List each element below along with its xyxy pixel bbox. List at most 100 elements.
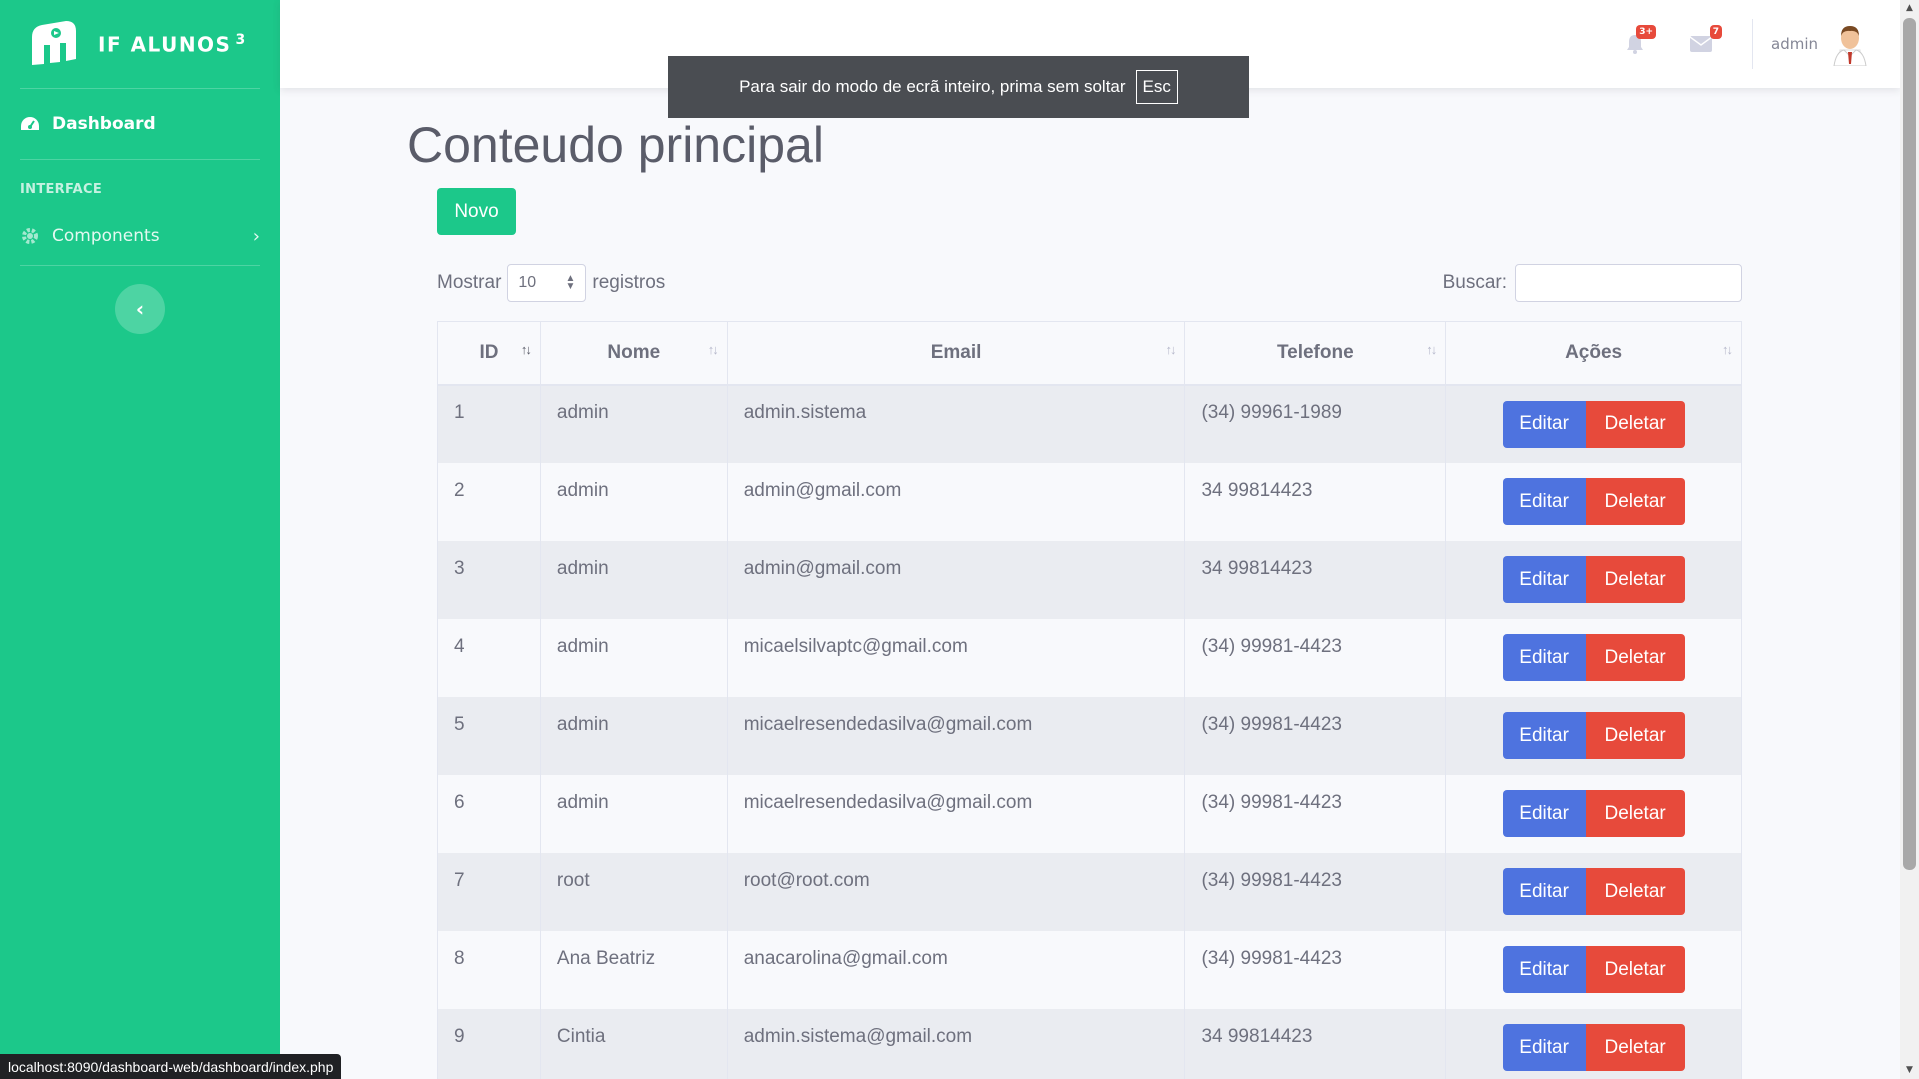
sidebar-toggle-button[interactable]: ‹ [115, 284, 165, 334]
action-buttons: Editar Deletar [1502, 868, 1685, 915]
sidebar-item-components[interactable]: Components › [0, 207, 280, 265]
edit-button[interactable]: Editar [1502, 556, 1586, 603]
records-label: registros [592, 272, 666, 293]
sort-icon: ↑↓ [1722, 342, 1733, 357]
alerts-badge: 3+ [1636, 25, 1656, 39]
delete-button[interactable]: Deletar [1585, 478, 1685, 525]
cell-id: 4 [437, 618, 541, 697]
sidebar-heading: INTERFACE [20, 182, 103, 197]
delete-button[interactable]: Deletar [1585, 712, 1685, 759]
cell-id: 8 [437, 930, 541, 1009]
edit-button[interactable]: Editar [1502, 946, 1586, 993]
cell-telefone: (34) 99981-4423 [1184, 774, 1447, 853]
sidebar-divider [20, 265, 260, 266]
cell-acoes: Editar Deletar [1445, 618, 1742, 697]
cell-email: micaelresendedasilva@gmail.com [726, 696, 1186, 775]
edit-button[interactable]: Editar [1502, 400, 1586, 448]
scroll-thumb[interactable] [1903, 18, 1916, 870]
delete-button[interactable]: Deletar [1585, 634, 1685, 681]
action-buttons: Editar Deletar [1502, 634, 1685, 681]
table-row: 8 Ana Beatriz anacarolina@gmail.com (34) 99… [437, 930, 1742, 1009]
esc-key: Esc [1135, 70, 1178, 104]
cell-email: admin@gmail.com [726, 540, 1186, 619]
cell-nome: admin [539, 540, 728, 619]
column-header-id[interactable]: ID ↑↓ [437, 321, 541, 386]
sidebar-item-label: Dashboard [52, 114, 156, 134]
action-buttons: Editar Deletar [1502, 400, 1685, 448]
edit-button[interactable]: Editar [1502, 1024, 1586, 1071]
column-header-nome[interactable]: Nome ↑↓ [539, 321, 728, 386]
status-url: localhost:8090/dashboard-web/dashboard/i… [0, 1054, 342, 1079]
avatar[interactable] [1830, 22, 1870, 66]
chevron-right-icon: › [252, 225, 260, 247]
cell-nome: root [539, 852, 728, 931]
delete-button[interactable]: Deletar [1585, 790, 1685, 837]
edit-button[interactable]: Editar [1502, 478, 1586, 525]
delete-button[interactable]: Deletar [1585, 1024, 1685, 1071]
scroll-down-arrow-icon[interactable]: ▼ [1900, 1062, 1919, 1079]
sidebar: IF ALUNOS 3 Dashboard INTERFACE Component… [0, 0, 280, 1079]
cell-telefone: (34) 99981-4423 [1184, 852, 1447, 931]
cell-nome: admin [539, 696, 728, 775]
edit-button[interactable]: Editar [1502, 790, 1586, 837]
edit-button[interactable]: Editar [1502, 868, 1586, 915]
cell-email: admin.sistema@gmail.com [726, 1008, 1186, 1079]
alerts-button[interactable]: 3+ [1620, 25, 1656, 59]
length-select[interactable]: 10 ▲ ▼ [507, 264, 587, 302]
search-input[interactable] [1515, 264, 1742, 302]
cell-nome: Ana Beatriz [539, 930, 728, 1009]
gear-icon [20, 226, 40, 246]
cell-email: admin@gmail.com [726, 462, 1186, 541]
new-button[interactable]: Novo [437, 188, 516, 235]
sidebar-item-dashboard[interactable]: Dashboard [0, 89, 280, 159]
cell-telefone: (34) 99981-4423 [1184, 618, 1447, 697]
column-header-email[interactable]: Email ↑↓ [726, 321, 1186, 386]
cell-nome: admin [539, 384, 728, 463]
delete-button[interactable]: Deletar [1585, 400, 1685, 448]
length-control: Mostrar 10 ▲ ▼ registros [437, 264, 665, 302]
topbar-right: 3+ 7 admin [1602, 0, 1870, 88]
cell-id: 7 [437, 852, 541, 931]
messages-button[interactable]: 7 [1686, 25, 1722, 59]
action-buttons: Editar Deletar [1502, 556, 1685, 603]
edit-button[interactable]: Editar [1502, 634, 1586, 681]
cell-telefone: 34 99814423 [1184, 540, 1447, 619]
delete-button[interactable]: Deletar [1585, 868, 1685, 915]
edit-button[interactable]: Editar [1502, 712, 1586, 759]
column-header-acoes[interactable]: Ações ↑↓ [1445, 321, 1742, 386]
cell-nome: admin [539, 774, 728, 853]
cell-telefone: (34) 99981-4423 [1184, 930, 1447, 1009]
cell-id: 1 [437, 384, 541, 463]
delete-button[interactable]: Deletar [1585, 946, 1685, 993]
cell-nome: admin [539, 618, 728, 697]
sidebar-item-label: Components [52, 226, 160, 246]
cell-acoes: Editar Deletar [1445, 852, 1742, 931]
action-buttons: Editar Deletar [1502, 790, 1685, 837]
cell-id: 3 [437, 540, 541, 619]
table-row: 7 root root@root.com (34) 99981-4423 Editar D… [437, 852, 1742, 931]
cell-email: micaelsilvaptc@gmail.com [726, 618, 1186, 697]
cell-telefone: (34) 99961-1989 [1184, 384, 1447, 463]
cell-acoes: Editar Deletar [1445, 774, 1742, 853]
fullscreen-notice: Para sair do modo de ecrã inteiro, prima… [668, 56, 1249, 118]
table-row: 6 admin micaelresendedasilva@gmail.com (34)… [437, 774, 1742, 853]
sort-icon: ↑↓ [1165, 342, 1176, 357]
scroll-up-arrow-icon[interactable]: ▲ [1900, 0, 1919, 17]
column-header-telefone[interactable]: Telefone ↑↓ [1184, 321, 1447, 386]
cell-email: admin.sistema [726, 384, 1186, 463]
cell-nome: Cintia [539, 1008, 728, 1079]
cell-acoes: Editar Deletar [1445, 540, 1742, 619]
scrollbar[interactable]: ▲ ▼ [1900, 0, 1919, 1079]
user-name[interactable]: admin [1771, 35, 1818, 53]
data-table: ID ↑↓ Nome ↑↓ Email ↑↓ Telefone ↑↓ Ações ↑↓ 1… [437, 321, 1742, 1079]
topbar-divider [1752, 19, 1753, 69]
cell-email: micaelresendedasilva@gmail.com [726, 774, 1186, 853]
show-label: Mostrar [437, 272, 502, 293]
tachometer-icon [20, 114, 40, 134]
cell-id: 5 [437, 696, 541, 775]
delete-button[interactable]: Deletar [1585, 556, 1685, 603]
cell-telefone: 34 99814423 [1184, 1008, 1447, 1079]
cell-email: anacarolina@gmail.com [726, 930, 1186, 1009]
brand[interactable]: IF ALUNOS 3 [0, 0, 280, 88]
cell-email: root@root.com [726, 852, 1186, 931]
